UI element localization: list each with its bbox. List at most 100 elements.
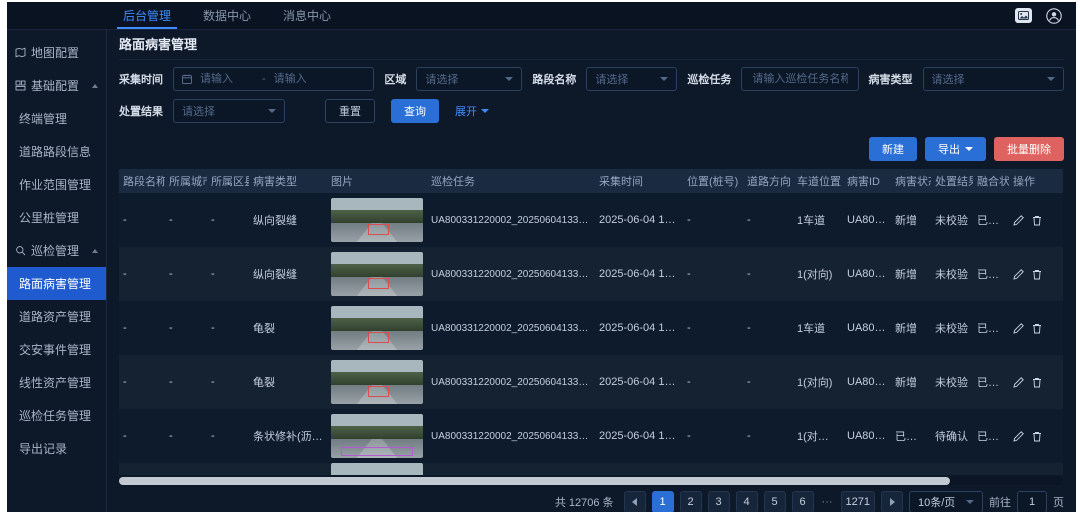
- sidebar-item-map-config[interactable]: 地图配置: [7, 36, 106, 69]
- collect-time-start-input[interactable]: [198, 72, 256, 86]
- export-button[interactable]: 导出: [925, 137, 986, 161]
- tab-message-center[interactable]: 消息中心: [267, 2, 347, 29]
- disease-type-select[interactable]: 请选择: [923, 67, 1065, 91]
- cell-fusion: 已融合: [973, 301, 1009, 355]
- batch-delete-button[interactable]: 批量删除: [994, 137, 1064, 161]
- sidebar: 地图配置 基础配置 终端管理 道路路段信息 作业范围管理 公里桩管理 巡检管理 …: [7, 30, 107, 512]
- page-button-5[interactable]: 5: [764, 491, 786, 512]
- cell-direction: -: [743, 409, 793, 463]
- sidebar-item-road-asset-management[interactable]: 道路资产管理: [7, 300, 106, 333]
- sidebar-item-road-disease-management[interactable]: 路面病害管理: [7, 267, 106, 300]
- col-disease-id: 病害ID: [843, 169, 891, 193]
- road-photo-thumbnail[interactable]: [331, 198, 423, 242]
- edit-icon[interactable]: [1013, 215, 1024, 226]
- cell-disease-id: UA800...: [843, 247, 891, 301]
- task-label: 巡检任务: [687, 71, 731, 87]
- chevron-up-icon: [92, 84, 98, 88]
- collect-time-end-input[interactable]: [272, 72, 330, 86]
- prev-page-button[interactable]: [624, 491, 646, 512]
- sidebar-item-label: 公里桩管理: [19, 209, 79, 226]
- topbar: 后台管理 数据中心 消息中心: [7, 2, 1076, 30]
- region-label: 区域: [384, 71, 406, 87]
- edit-icon[interactable]: [1013, 377, 1024, 388]
- collect-time-range-picker[interactable]: -: [173, 67, 374, 91]
- pagination: 共 12706 条 1 2 3 4 5 6 ··· 1271 10条/页 前往: [119, 491, 1064, 512]
- col-road-name: 路段名称: [119, 169, 165, 193]
- sidebar-item-milestone-management[interactable]: 公里桩管理: [7, 201, 106, 234]
- handle-result-select[interactable]: 请选择: [173, 99, 285, 123]
- page-size-select[interactable]: 10条/页: [909, 491, 983, 512]
- table-row: - - - 龟裂 UA800331220002_2025060413385205…: [119, 301, 1063, 355]
- cell-direction: -: [743, 301, 793, 355]
- sidebar-item-label: 路面病害管理: [19, 275, 91, 292]
- cell-fusion: 已融合: [973, 247, 1009, 301]
- page-button-last[interactable]: 1271: [841, 491, 875, 512]
- delete-icon[interactable]: [1032, 215, 1042, 226]
- page-button-3[interactable]: 3: [708, 491, 730, 512]
- tab-data-center[interactable]: 数据中心: [187, 2, 267, 29]
- delete-icon[interactable]: [1032, 377, 1042, 388]
- table-row: - - - 龟裂 UA800331220002_2025060413385205…: [119, 355, 1063, 409]
- cell-disease-type: 龟裂: [249, 301, 327, 355]
- page-button-2[interactable]: 2: [680, 491, 702, 512]
- delete-icon[interactable]: [1032, 323, 1042, 334]
- sidebar-item-label: 作业范围管理: [19, 176, 91, 193]
- expand-filters-link[interactable]: 展开: [455, 103, 489, 119]
- col-collect-time: 采集时间: [595, 169, 683, 193]
- cell-collect-time: 2025-06-04 13:50: [595, 301, 683, 355]
- sidebar-item-road-segment-info[interactable]: 道路路段信息: [7, 135, 106, 168]
- sidebar-group-inspection-management[interactable]: 巡检管理: [7, 234, 106, 267]
- cell-task: UA800331220002_20250604133852059: [427, 193, 595, 247]
- sidebar-item-export-records[interactable]: 导出记录: [7, 432, 106, 465]
- cell-city: -: [165, 247, 207, 301]
- cell-city: -: [165, 409, 207, 463]
- cell-lane: 1(对向): [793, 247, 843, 301]
- pagination-total: 共 12706 条: [555, 494, 614, 510]
- road-photo-thumbnail[interactable]: [331, 414, 423, 458]
- edit-icon[interactable]: [1013, 323, 1024, 334]
- sidebar-item-traffic-safety-events[interactable]: 交安事件管理: [7, 333, 106, 366]
- pagination-ellipsis[interactable]: ···: [820, 496, 835, 508]
- table-header-row: 路段名称 所属城市 所属区县 病害类型 图片 巡检任务 采集时间 位置(桩号) …: [119, 169, 1063, 193]
- reset-button[interactable]: 重置: [325, 99, 375, 123]
- create-button[interactable]: 新建: [869, 137, 917, 161]
- cell-fusion: 已融合: [973, 355, 1009, 409]
- goto-page-input[interactable]: [1017, 491, 1047, 512]
- sidebar-item-linear-asset-management[interactable]: 线性资产管理: [7, 366, 106, 399]
- road-name-select-value: 请选择: [595, 71, 654, 87]
- user-avatar-icon[interactable]: [1046, 8, 1062, 24]
- tab-backend-management[interactable]: 后台管理: [107, 2, 187, 29]
- cell-direction: -: [743, 247, 793, 301]
- horizontal-scrollbar-thumb[interactable]: [119, 477, 950, 485]
- chevron-down-icon: [966, 500, 974, 504]
- cell-county: -: [207, 193, 249, 247]
- top-nav-tabs: 后台管理 数据中心 消息中心: [107, 2, 347, 29]
- road-name-select[interactable]: 请选择: [586, 67, 677, 91]
- road-photo-thumbnail[interactable]: [331, 463, 423, 475]
- cell-city: -: [165, 193, 207, 247]
- page-button-4[interactable]: 4: [736, 491, 758, 512]
- page-button-1[interactable]: 1: [652, 491, 674, 512]
- gallery-icon[interactable]: [1015, 8, 1032, 23]
- road-photo-thumbnail[interactable]: [331, 306, 423, 350]
- page-button-6[interactable]: 6: [792, 491, 814, 512]
- sidebar-item-terminal-management[interactable]: 终端管理: [7, 102, 106, 135]
- sidebar-item-inspection-task-management[interactable]: 巡检任务管理: [7, 399, 106, 432]
- road-photo-thumbnail[interactable]: [331, 360, 423, 404]
- sidebar-group-basic-config[interactable]: 基础配置: [7, 69, 106, 102]
- delete-icon[interactable]: [1032, 431, 1042, 442]
- region-select[interactable]: 请选择: [416, 67, 522, 91]
- task-input-wrap[interactable]: [741, 67, 858, 91]
- main-content: 路面病害管理 采集时间 - 区域 请选择 路段名称: [107, 30, 1076, 512]
- sidebar-item-label: 交安事件管理: [19, 341, 91, 358]
- edit-icon[interactable]: [1013, 431, 1024, 442]
- cell-handle-result: 未校验: [931, 355, 973, 409]
- sidebar-item-work-scope-management[interactable]: 作业范围管理: [7, 168, 106, 201]
- task-input[interactable]: [750, 72, 849, 86]
- search-button[interactable]: 查询: [391, 99, 439, 123]
- delete-icon[interactable]: [1032, 269, 1042, 280]
- sidebar-item-label: 线性资产管理: [19, 374, 91, 391]
- next-page-button[interactable]: [881, 491, 903, 512]
- edit-icon[interactable]: [1013, 269, 1024, 280]
- road-photo-thumbnail[interactable]: [331, 252, 423, 296]
